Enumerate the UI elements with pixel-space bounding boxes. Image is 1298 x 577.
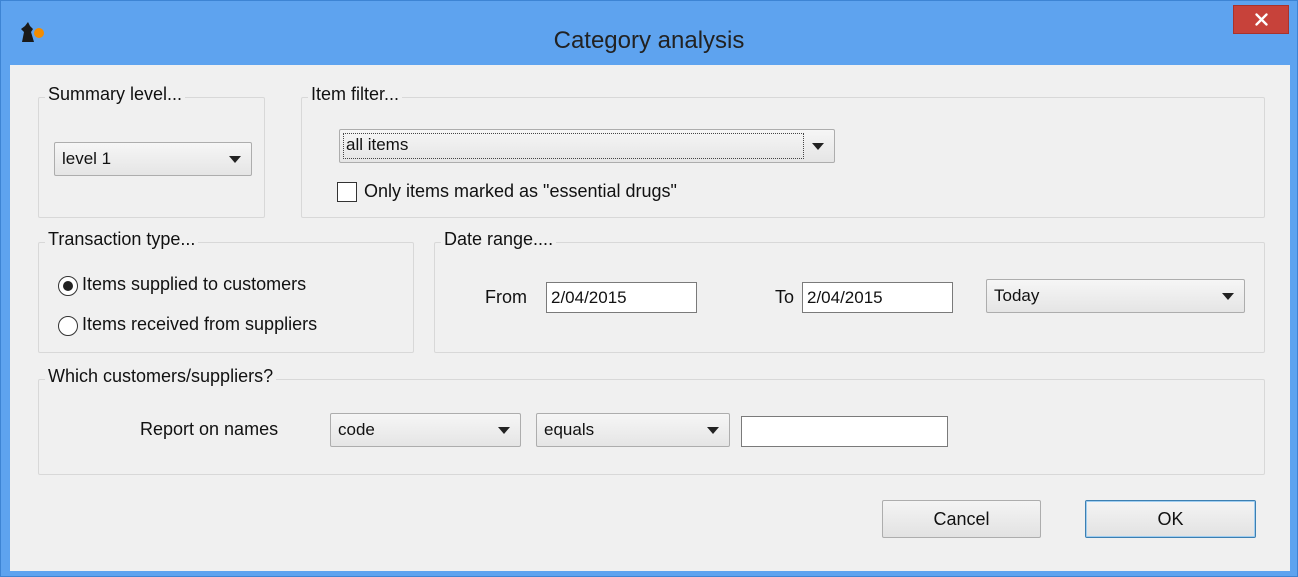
names-field-select[interactable]: code xyxy=(330,413,521,447)
to-label: To xyxy=(775,287,795,307)
from-label: From xyxy=(485,287,527,307)
radio-supplied-to-customers[interactable] xyxy=(58,276,78,296)
item-filter-value: all items xyxy=(346,135,409,154)
names-field-value: code xyxy=(338,420,375,439)
transaction-type-group: Transaction type... Items supplied to cu… xyxy=(38,229,414,353)
chevron-down-icon xyxy=(229,156,241,163)
item-filter-label: Item filter... xyxy=(308,84,403,105)
chevron-down-icon xyxy=(1222,293,1234,300)
chevron-down-icon xyxy=(707,427,719,434)
names-filter-group: Which customers/suppliers? Report on nam… xyxy=(38,366,1265,475)
date-preset-value: Today xyxy=(994,286,1040,305)
transaction-type-label: Transaction type... xyxy=(45,229,199,250)
from-date-input[interactable]: 2/04/2015 xyxy=(546,282,697,313)
to-date-input[interactable]: 2/04/2015 xyxy=(802,282,953,313)
radio-received-from-suppliers[interactable] xyxy=(58,316,78,336)
dialog-client-area: Summary level... level 1 Item filter... … xyxy=(10,65,1290,571)
date-range-group: Date range.... From 2/04/2015 To 2/04/20… xyxy=(434,229,1265,353)
names-value-input[interactable] xyxy=(741,416,948,447)
title-bar[interactable]: Category analysis xyxy=(1,1,1297,61)
cancel-button[interactable]: Cancel xyxy=(882,500,1041,538)
close-button[interactable] xyxy=(1233,5,1289,34)
summary-level-value: level 1 xyxy=(62,149,112,168)
names-operator-select[interactable]: equals xyxy=(536,413,730,447)
item-filter-select[interactable]: all items xyxy=(339,129,835,163)
radio-received-label[interactable]: Items received from suppliers xyxy=(82,314,317,335)
date-range-label: Date range.... xyxy=(441,229,557,250)
radio-supplied-label[interactable]: Items supplied to customers xyxy=(82,274,306,295)
item-filter-group: Item filter... all items Only items mark… xyxy=(301,84,1265,218)
summary-level-select[interactable]: level 1 xyxy=(54,142,252,176)
chevron-down-icon xyxy=(812,143,824,150)
close-icon xyxy=(1254,13,1268,26)
names-filter-label: Which customers/suppliers? xyxy=(45,366,277,387)
focus-ring xyxy=(343,133,804,159)
radio-selected-dot xyxy=(63,281,73,291)
dialog-window: Category analysis Summary level... level… xyxy=(0,0,1298,577)
names-operator-value: equals xyxy=(544,420,595,439)
essential-drugs-checkbox[interactable] xyxy=(337,182,357,202)
chevron-down-icon xyxy=(498,427,510,434)
report-on-names-label: Report on names xyxy=(140,419,279,439)
date-preset-select[interactable]: Today xyxy=(986,279,1245,313)
summary-level-group: Summary level... level 1 xyxy=(38,84,265,218)
summary-level-label: Summary level... xyxy=(45,84,186,105)
essential-drugs-label[interactable]: Only items marked as "essential drugs" xyxy=(364,181,677,202)
ok-button[interactable]: OK xyxy=(1085,500,1256,538)
